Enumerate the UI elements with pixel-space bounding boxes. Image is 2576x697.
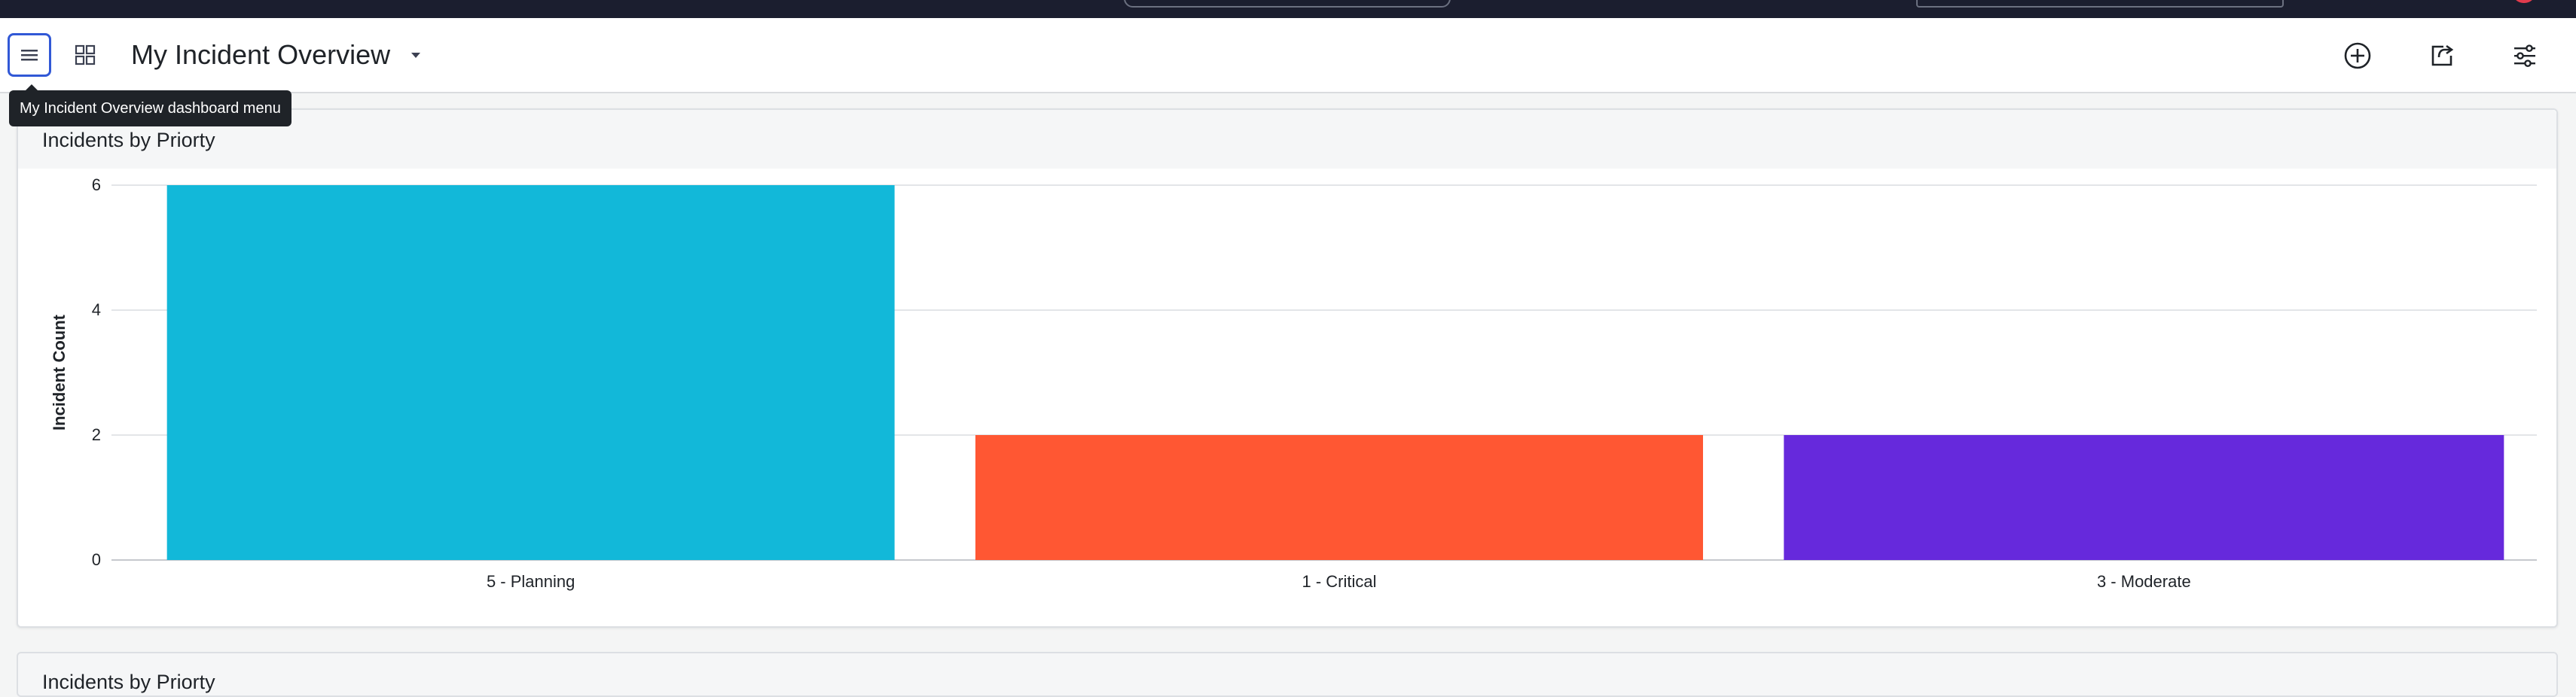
dashboard-switcher-dropdown[interactable] [407, 48, 425, 63]
bar [1784, 435, 2504, 560]
widget-title[interactable]: Incidents by Priorty [42, 668, 215, 695]
dashboards-grid-button[interactable] [63, 33, 107, 77]
widget-header: Incidents by Priorty [18, 110, 2556, 169]
dashboard-filters-button[interactable] [2505, 36, 2544, 75]
x-tick-label: 3 - Moderate [2097, 572, 2191, 591]
dashboard-toolbar: My Incident Overview [0, 18, 2576, 93]
y-tick-label: 0 [92, 550, 101, 569]
y-tick-label: 4 [92, 300, 101, 319]
second-widget: Incidents by Priorty [17, 652, 2558, 697]
dashboard-menu-button[interactable] [8, 33, 51, 77]
menu-icon [21, 50, 38, 61]
share-icon [2431, 44, 2454, 66]
add-widget-button[interactable] [2338, 36, 2377, 75]
incidents-by-priority-widget: Incidents by Priorty 0 2 4 6 Incident Count 5… [17, 108, 2558, 628]
sliders-icon [2514, 44, 2535, 68]
top-navigation-bar [0, 0, 2576, 18]
caret-down-icon [411, 53, 420, 58]
y-tick-label: 2 [92, 425, 101, 444]
bar [166, 185, 895, 560]
user-avatar[interactable] [2513, 0, 2535, 3]
add-circle-icon [2344, 42, 2371, 69]
y-axis-label: Incident Count [50, 314, 69, 431]
global-search-field[interactable] [1124, 0, 1451, 8]
incidents-bar-chart: 0 2 4 6 Incident Count 5 - Planning 1 - Critic… [50, 175, 2537, 591]
x-tick-label: 1 - Critical [1302, 572, 1376, 591]
x-tick-label: 5 - Planning [487, 572, 575, 591]
dashboard-menu-tooltip: My Incident Overview dashboard menu [9, 84, 291, 126]
scope-selector[interactable] [1916, 0, 2284, 8]
bar [975, 435, 1703, 560]
y-tick-label: 6 [92, 175, 101, 194]
dashboard-title[interactable]: My Incident Overview [131, 38, 390, 72]
widget-title[interactable]: Incidents by Priorty [42, 126, 215, 154]
grid-icon [75, 44, 96, 65]
share-button[interactable] [2422, 36, 2462, 75]
